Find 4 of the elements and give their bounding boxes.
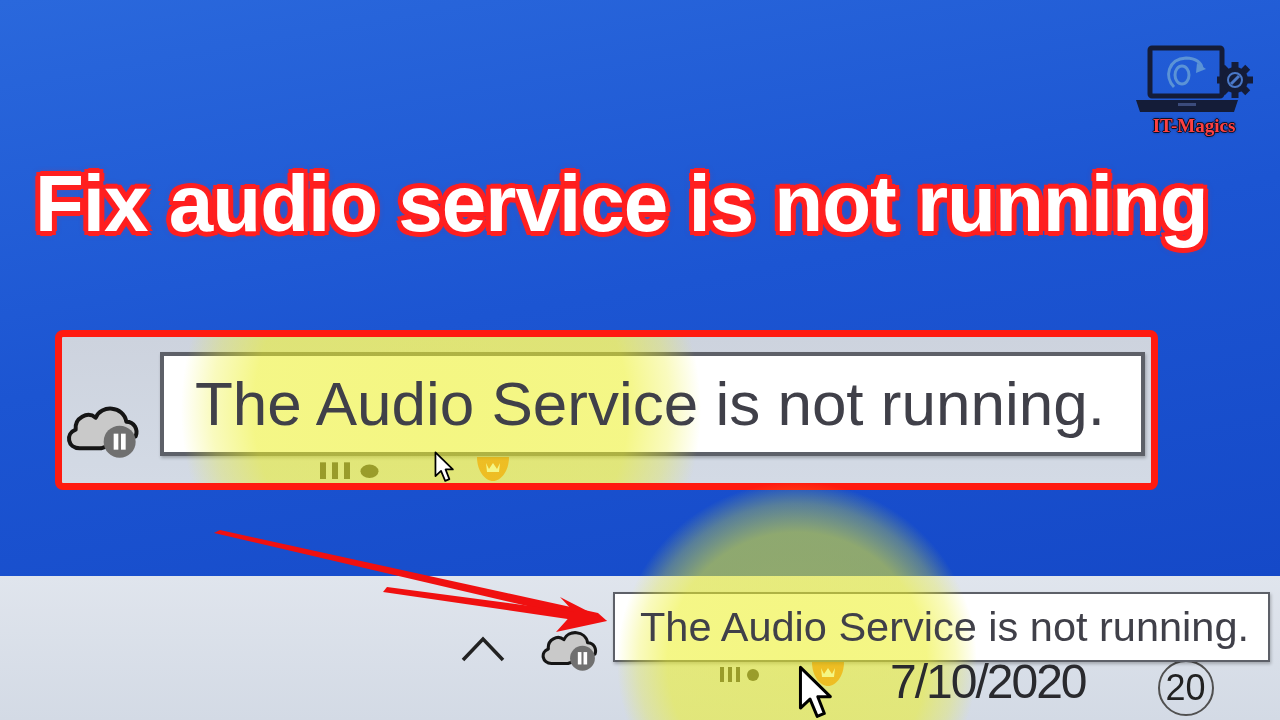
logo-text: IT-Magics — [1152, 116, 1236, 136]
cursor-icon — [798, 665, 834, 720]
chevron-up-icon[interactable] — [460, 635, 506, 663]
laptop-gear-icon — [1134, 45, 1254, 115]
